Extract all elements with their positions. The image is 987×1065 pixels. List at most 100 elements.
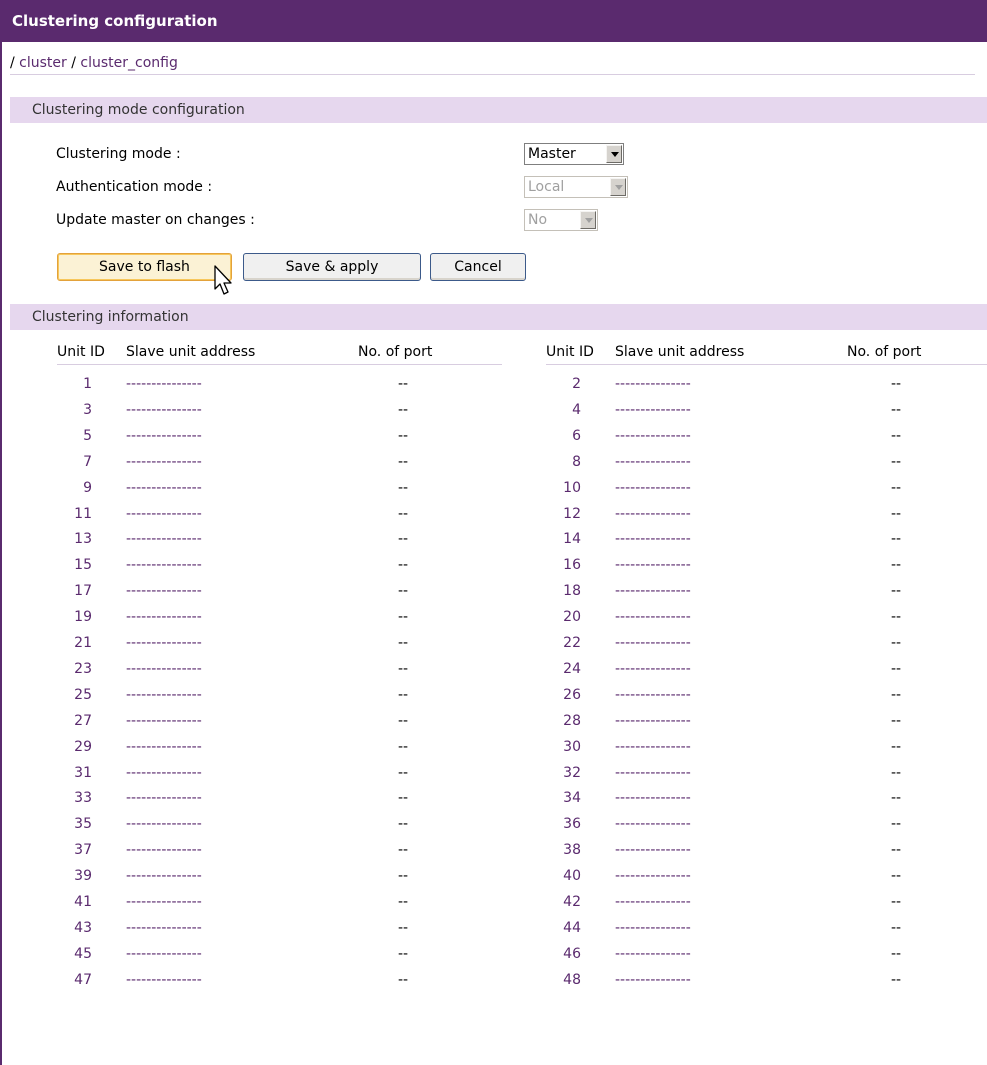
unit-id-cell: 45 xyxy=(74,945,92,962)
port-count-cell: -- xyxy=(890,686,902,703)
port-count-cell: -- xyxy=(890,738,902,755)
slave-address-cell: --------------- xyxy=(615,919,691,936)
chevron-down-icon[interactable] xyxy=(606,145,622,163)
port-count-cell: -- xyxy=(890,635,902,651)
unit-id-cell: 19 xyxy=(74,609,92,626)
unit-id-cell: 28 xyxy=(563,712,581,729)
port-count-cell: -- xyxy=(397,868,409,885)
port-count-cell: -- xyxy=(890,945,902,962)
chevron-down-icon xyxy=(610,178,626,196)
cancel-button[interactable]: Cancel xyxy=(430,253,526,281)
unit-id-cell: 12 xyxy=(563,505,581,522)
port-count-cell: -- xyxy=(890,660,902,677)
update-master-label: Update master on changes : xyxy=(56,212,255,228)
page-title: Clustering configuration xyxy=(0,0,987,42)
slave-address-cell: --------------- xyxy=(615,842,691,859)
slave-address-cell: --------------- xyxy=(615,453,691,470)
port-count-cell: -- xyxy=(397,660,409,677)
unit-id-cell: 13 xyxy=(74,531,92,548)
slave-address-cell: --------------- xyxy=(615,427,691,444)
update-master-value: No xyxy=(528,212,548,228)
slave-address-cell: --------------- xyxy=(126,842,202,859)
mode-section-heading: Clustering mode configuration xyxy=(10,97,987,123)
slave-address-cell: --------------- xyxy=(126,531,202,548)
column-header-slave-address: Slave unit address xyxy=(126,344,256,360)
slave-address-cell: --------------- xyxy=(126,712,202,729)
slave-address-cell: --------------- xyxy=(615,557,691,574)
update-master-select: No xyxy=(524,209,598,231)
column-header-slave-address: Slave unit address xyxy=(615,344,745,360)
unit-id-cell: 31 xyxy=(74,764,92,781)
unit-id-cell: 30 xyxy=(563,738,581,755)
unit-id-cell: 29 xyxy=(74,738,92,755)
unit-id-cell: 4 xyxy=(572,401,581,418)
breadcrumb-separator: / xyxy=(71,55,76,71)
port-count-cell: -- xyxy=(890,583,902,600)
save-and-apply-button[interactable]: Save & apply xyxy=(243,253,421,281)
clustering-mode-label: Clustering mode : xyxy=(56,146,181,162)
breadcrumb-link-cluster[interactable]: cluster xyxy=(19,55,67,71)
slave-address-cell: --------------- xyxy=(126,609,202,626)
unit-id-cell: 11 xyxy=(74,505,92,522)
slave-address-cell: --------------- xyxy=(126,557,202,574)
slave-address-cell: --------------- xyxy=(126,971,202,988)
port-count-cell: -- xyxy=(890,842,902,859)
port-count-cell: -- xyxy=(397,790,409,807)
slave-address-cell: --------------- xyxy=(126,790,202,807)
unit-id-cell: 42 xyxy=(563,894,581,910)
slave-address-cell: --------------- xyxy=(126,738,202,755)
breadcrumb-link-cluster-config[interactable]: cluster_config xyxy=(80,55,177,71)
port-count-cell: -- xyxy=(890,764,902,781)
port-count-cell: -- xyxy=(397,738,409,755)
slave-address-cell: --------------- xyxy=(615,583,691,600)
unit-id-cell: 7 xyxy=(83,453,92,470)
slave-address-cell: --------------- xyxy=(126,583,202,600)
unit-id-cell: 24 xyxy=(563,660,581,677)
unit-id-cell: 35 xyxy=(74,816,92,833)
slave-address-cell: --------------- xyxy=(615,790,691,807)
slave-address-cell: --------------- xyxy=(126,816,202,833)
unit-id-cell: 17 xyxy=(74,583,92,600)
column-header-unit-id: Unit ID xyxy=(57,344,105,360)
unit-id-cell: 21 xyxy=(74,635,92,651)
unit-id-cell: 43 xyxy=(74,919,92,936)
slave-address-cell: --------------- xyxy=(615,376,691,392)
port-count-cell: -- xyxy=(397,945,409,962)
info-section-heading: Clustering information xyxy=(10,304,987,330)
slave-address-cell: --------------- xyxy=(126,919,202,936)
port-count-cell: -- xyxy=(397,531,409,548)
port-count-cell: -- xyxy=(397,427,409,444)
unit-id-cell: 37 xyxy=(74,842,92,859)
port-count-cell: -- xyxy=(890,557,902,574)
mouse-pointer-icon xyxy=(214,265,232,295)
slave-address-cell: --------------- xyxy=(615,479,691,496)
unit-id-cell: 34 xyxy=(563,790,581,807)
slave-address-cell: --------------- xyxy=(615,894,691,910)
unit-id-cell: 18 xyxy=(563,583,581,600)
unit-id-cell: 27 xyxy=(74,712,92,729)
slave-address-cell: --------------- xyxy=(126,894,202,910)
port-count-cell: -- xyxy=(890,919,902,936)
unit-id-cell: 6 xyxy=(572,427,581,444)
unit-id-cell: 10 xyxy=(563,479,581,496)
port-count-cell: -- xyxy=(397,712,409,729)
slave-address-cell: --------------- xyxy=(126,635,202,651)
unit-id-cell: 3 xyxy=(83,401,92,418)
slave-address-cell: --------------- xyxy=(126,945,202,962)
unit-id-cell: 8 xyxy=(572,453,581,470)
port-count-cell: -- xyxy=(890,479,902,496)
slave-address-cell: --------------- xyxy=(615,816,691,833)
port-count-cell: -- xyxy=(890,609,902,626)
unit-id-cell: 25 xyxy=(74,686,92,703)
slave-address-cell: --------------- xyxy=(615,505,691,522)
unit-id-cell: 5 xyxy=(83,427,92,444)
port-count-cell: -- xyxy=(397,479,409,496)
port-count-cell: -- xyxy=(890,868,902,885)
port-count-cell: -- xyxy=(397,686,409,703)
slave-address-cell: --------------- xyxy=(126,764,202,781)
breadcrumb-separator: / xyxy=(10,55,15,71)
unit-id-cell: 16 xyxy=(563,557,581,574)
clustering-mode-select[interactable]: Master xyxy=(524,143,624,165)
save-to-flash-button[interactable]: Save to flash xyxy=(57,253,232,281)
table-header-divider xyxy=(546,364,987,365)
